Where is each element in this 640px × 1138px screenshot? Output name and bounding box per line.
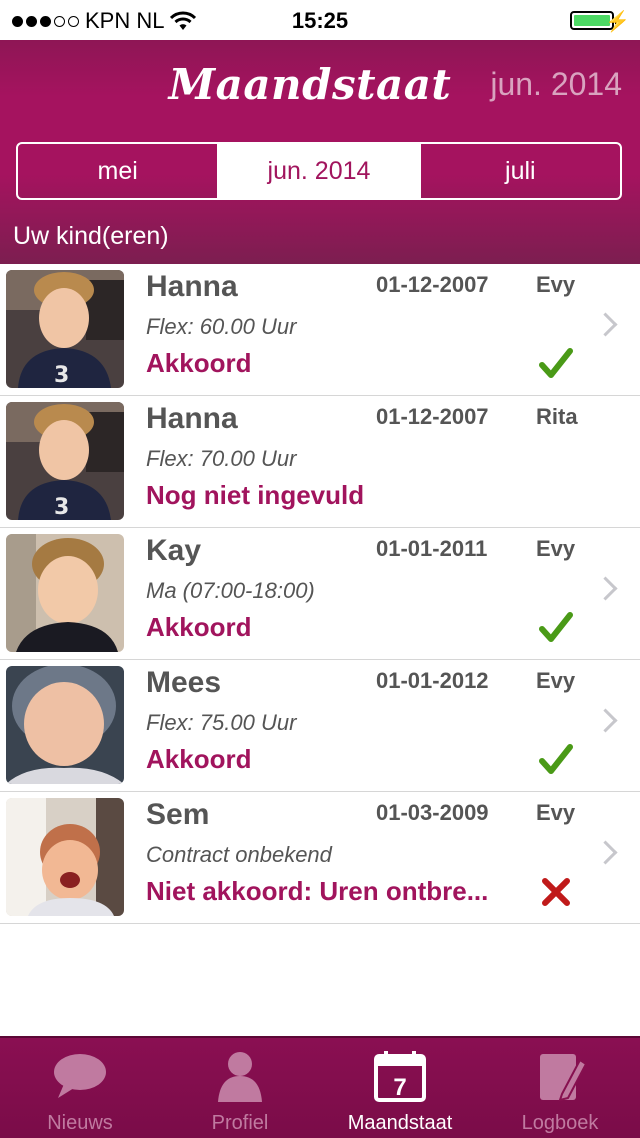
carer-name: Evy — [536, 536, 576, 561]
list-item[interactable]: 3 Hanna 01-12-2007 Evy Flex: 60.00 Uur A… — [0, 264, 640, 396]
calendar-icon: 7 — [374, 1051, 426, 1102]
child-birthdate: 01-01-2011 — [376, 536, 488, 561]
calendar-day-text: 7 — [393, 1074, 406, 1101]
notebook-pencil-icon — [540, 1054, 588, 1102]
checkmark-icon — [539, 744, 573, 774]
child-name: Mees — [146, 666, 222, 699]
list-item[interactable]: Kay 01-01-2011 Evy Ma (07:00-18:00) Akko… — [0, 528, 640, 660]
tab-label: Logboek — [521, 1112, 599, 1134]
segment-current-month[interactable]: jun. 2014 — [219, 144, 421, 198]
carer-name: Evy — [536, 668, 576, 693]
month-segmented-control: mei jun. 2014 juli — [16, 142, 622, 200]
child-name: Kay — [146, 534, 202, 567]
person-icon — [218, 1052, 262, 1102]
chevron-right-icon — [593, 840, 618, 865]
segment-previous-month[interactable]: mei — [18, 144, 220, 198]
tab-label: Maandstaat — [347, 1112, 453, 1134]
avatar: 3 — [6, 270, 124, 388]
child-name: Sem — [146, 798, 210, 831]
status-bar: KPN NL 15:25 ⚡ — [0, 0, 640, 40]
status-text: Akkoord — [146, 612, 252, 642]
contract-detail: Flex: 60.00 Uur — [146, 314, 297, 339]
segment-next-month[interactable]: juli — [421, 144, 620, 198]
svg-text:3: 3 — [54, 495, 69, 520]
checkmark-icon — [539, 612, 573, 642]
list-item[interactable]: 3 Hanna 01-12-2007 Rita Flex: 70.00 Uur … — [0, 396, 640, 528]
carer-name: Rita — [536, 404, 578, 429]
header: Maandstaat jun. 2014 mei jun. 2014 juli … — [0, 40, 640, 264]
tab-label: Profiel — [211, 1112, 269, 1134]
speech-bubble-icon — [54, 1054, 106, 1098]
contract-detail: Flex: 70.00 Uur — [146, 446, 297, 471]
tab-profiel[interactable]: Profiel — [160, 1038, 320, 1138]
list-item[interactable]: Mees 01-01-2012 Evy Flex: 75.00 Uur Akko… — [0, 660, 640, 792]
avatar — [6, 798, 124, 916]
svg-text:3: 3 — [54, 363, 69, 388]
carer-name: Evy — [536, 800, 576, 825]
checkmark-icon — [539, 348, 573, 378]
avatar — [6, 534, 124, 652]
tab-nieuws[interactable]: Nieuws — [0, 1038, 160, 1138]
status-text: Niet akkoord: Uren ontbre... — [146, 876, 489, 906]
section-label: Uw kind(eren) — [13, 222, 169, 250]
status-text: Akkoord — [146, 744, 252, 774]
child-birthdate: 01-03-2009 — [376, 800, 489, 825]
current-month-label: jun. 2014 — [490, 66, 622, 102]
contract-detail: Flex: 75.00 Uur — [146, 710, 297, 735]
chevron-right-icon — [593, 708, 618, 733]
carer-name: Evy — [536, 272, 576, 297]
status-text: Akkoord — [146, 348, 252, 378]
cross-icon — [542, 878, 570, 906]
tab-label: Nieuws — [47, 1112, 113, 1134]
chevron-right-icon — [593, 576, 618, 601]
avatar: 3 — [6, 402, 124, 520]
child-birthdate: 01-01-2012 — [376, 668, 489, 693]
avatar — [6, 666, 124, 784]
charging-icon: ⚡ — [605, 11, 630, 33]
tab-logboek[interactable]: Logboek — [480, 1038, 640, 1138]
children-list: 3 Hanna 01-12-2007 Evy Flex: 60.00 Uur A… — [0, 264, 640, 924]
clock: 15:25 — [291, 8, 349, 33]
chevron-right-icon — [593, 312, 618, 337]
child-birthdate: 01-12-2007 — [376, 404, 489, 429]
contract-detail: Contract onbekend — [146, 842, 332, 867]
status-text: Nog niet ingevuld — [146, 480, 365, 510]
list-item[interactable]: Sem 01-03-2009 Evy Contract onbekend Nie… — [0, 792, 640, 924]
child-name: Hanna — [146, 402, 238, 435]
tab-maandstaat[interactable]: 7 Maandstaat — [320, 1038, 480, 1138]
tab-bar: Nieuws Profiel 7 Maandstaat Logboek — [0, 1036, 640, 1138]
child-name: Hanna — [146, 270, 238, 303]
child-birthdate: 01-12-2007 — [376, 272, 489, 297]
contract-detail: Ma (07:00-18:00) — [146, 578, 315, 603]
